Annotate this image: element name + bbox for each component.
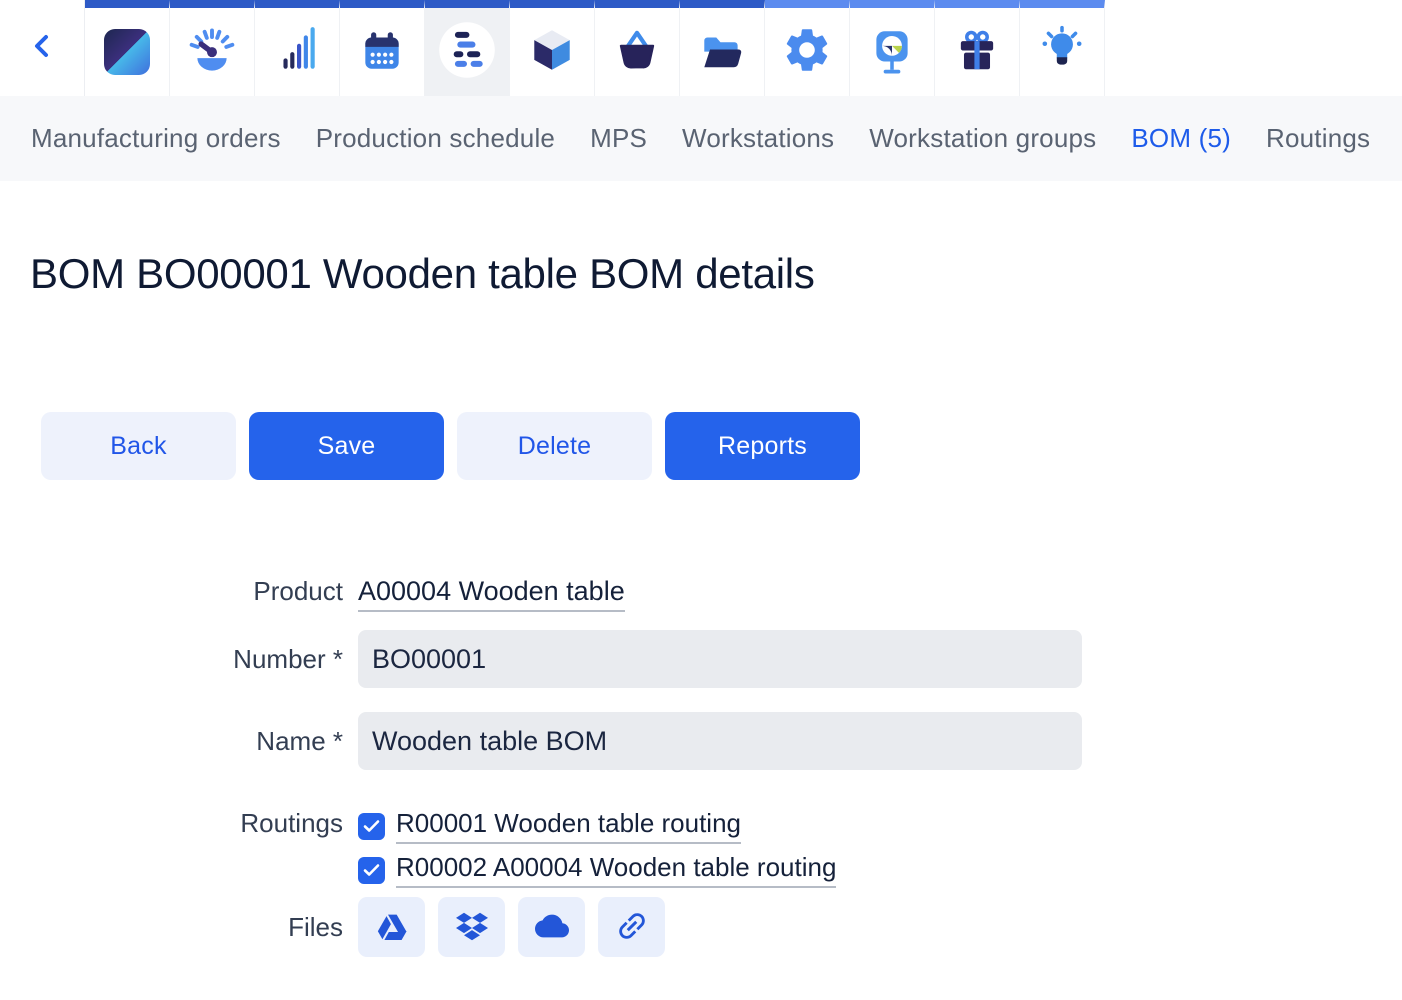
section-navbar: Manufacturing orders Production schedule…	[0, 96, 1402, 181]
onedrive-icon	[533, 909, 571, 946]
files-row: Files	[0, 897, 665, 957]
routing-link-2[interactable]: R00002 A00004 Wooden table routing	[396, 852, 836, 888]
gift-icon	[952, 25, 1002, 80]
app-tile-calendar[interactable]	[340, 0, 425, 96]
action-buttons: Back Save Delete Reports	[41, 412, 860, 480]
app-tile-statistics[interactable]	[255, 0, 340, 96]
link-icon	[614, 908, 650, 947]
delete-button[interactable]: Delete	[457, 412, 652, 480]
routing-option: R00002 A00004 Wooden table routing	[358, 852, 836, 888]
back-button[interactable]: Back	[41, 412, 236, 480]
product-link[interactable]: A00004 Wooden table	[358, 576, 625, 612]
app-tile-production-planning[interactable]	[425, 0, 510, 96]
nav-item-manufacturing-orders[interactable]: Manufacturing orders	[31, 123, 281, 154]
app-tile-reports[interactable]	[850, 0, 935, 96]
routing-option: R00001 Wooden table routing	[358, 808, 836, 844]
nav-item-bom[interactable]: BOM (5)	[1131, 123, 1231, 154]
page-title: BOM BO00001 Wooden table BOM details	[30, 250, 815, 298]
reports-button[interactable]: Reports	[665, 412, 860, 480]
name-input[interactable]	[358, 712, 1082, 770]
basket-icon	[612, 25, 662, 80]
routing-checkbox-2[interactable]	[358, 857, 385, 884]
save-button[interactable]: Save	[249, 412, 444, 480]
calendar-icon	[357, 25, 407, 80]
cube-icon	[527, 25, 577, 80]
back-nav-button[interactable]	[0, 0, 85, 96]
gantt-chart-icon	[438, 21, 496, 84]
google-drive-icon	[375, 910, 409, 945]
app-tile-documents[interactable]	[680, 0, 765, 96]
product-label: Product	[0, 576, 343, 607]
app-tile-rewards[interactable]	[935, 0, 1020, 96]
gear-icon	[781, 24, 833, 81]
app-tile-settings[interactable]	[765, 0, 850, 96]
routings-row: Routings R00001 Wooden table routing R00…	[0, 808, 836, 896]
name-row: Name *	[0, 712, 1082, 770]
bar-chart-icon	[272, 25, 322, 80]
number-label: Number *	[0, 644, 343, 675]
onedrive-button[interactable]	[518, 897, 585, 957]
dashboard-gauge-icon	[186, 24, 238, 81]
nav-item-routings[interactable]: Routings	[1266, 123, 1370, 154]
app-tile-logo[interactable]	[85, 0, 170, 96]
attach-link-button[interactable]	[598, 897, 665, 957]
check-icon	[363, 819, 380, 833]
app-toolbar	[0, 0, 1402, 96]
product-row: Product A00004 Wooden table	[0, 576, 625, 607]
routings-label: Routings	[0, 808, 343, 839]
folder-icon	[697, 25, 747, 80]
google-drive-button[interactable]	[358, 897, 425, 957]
name-label: Name *	[0, 726, 343, 757]
dropbox-button[interactable]	[438, 897, 505, 957]
idea-bulb-icon	[1037, 25, 1087, 80]
files-label: Files	[0, 912, 343, 943]
chevron-left-icon	[29, 31, 55, 66]
nav-item-workstation-groups[interactable]: Workstation groups	[869, 123, 1096, 154]
nav-item-mps[interactable]: MPS	[590, 123, 647, 154]
number-row: Number *	[0, 630, 1082, 688]
number-input[interactable]	[358, 630, 1082, 688]
app-tile-dashboard[interactable]	[170, 0, 255, 96]
nav-item-workstations[interactable]: Workstations	[682, 123, 834, 154]
presentation-chart-icon	[867, 25, 917, 80]
logo-icon	[104, 29, 150, 75]
dropbox-icon	[455, 910, 489, 945]
check-icon	[363, 863, 380, 877]
routing-checkbox-1[interactable]	[358, 813, 385, 840]
routing-link-1[interactable]: R00001 Wooden table routing	[396, 808, 741, 844]
nav-item-production-schedule[interactable]: Production schedule	[316, 123, 555, 154]
app-tile-procurement[interactable]	[595, 0, 680, 96]
app-tile-ideas[interactable]	[1020, 0, 1105, 96]
app-tile-stock[interactable]	[510, 0, 595, 96]
